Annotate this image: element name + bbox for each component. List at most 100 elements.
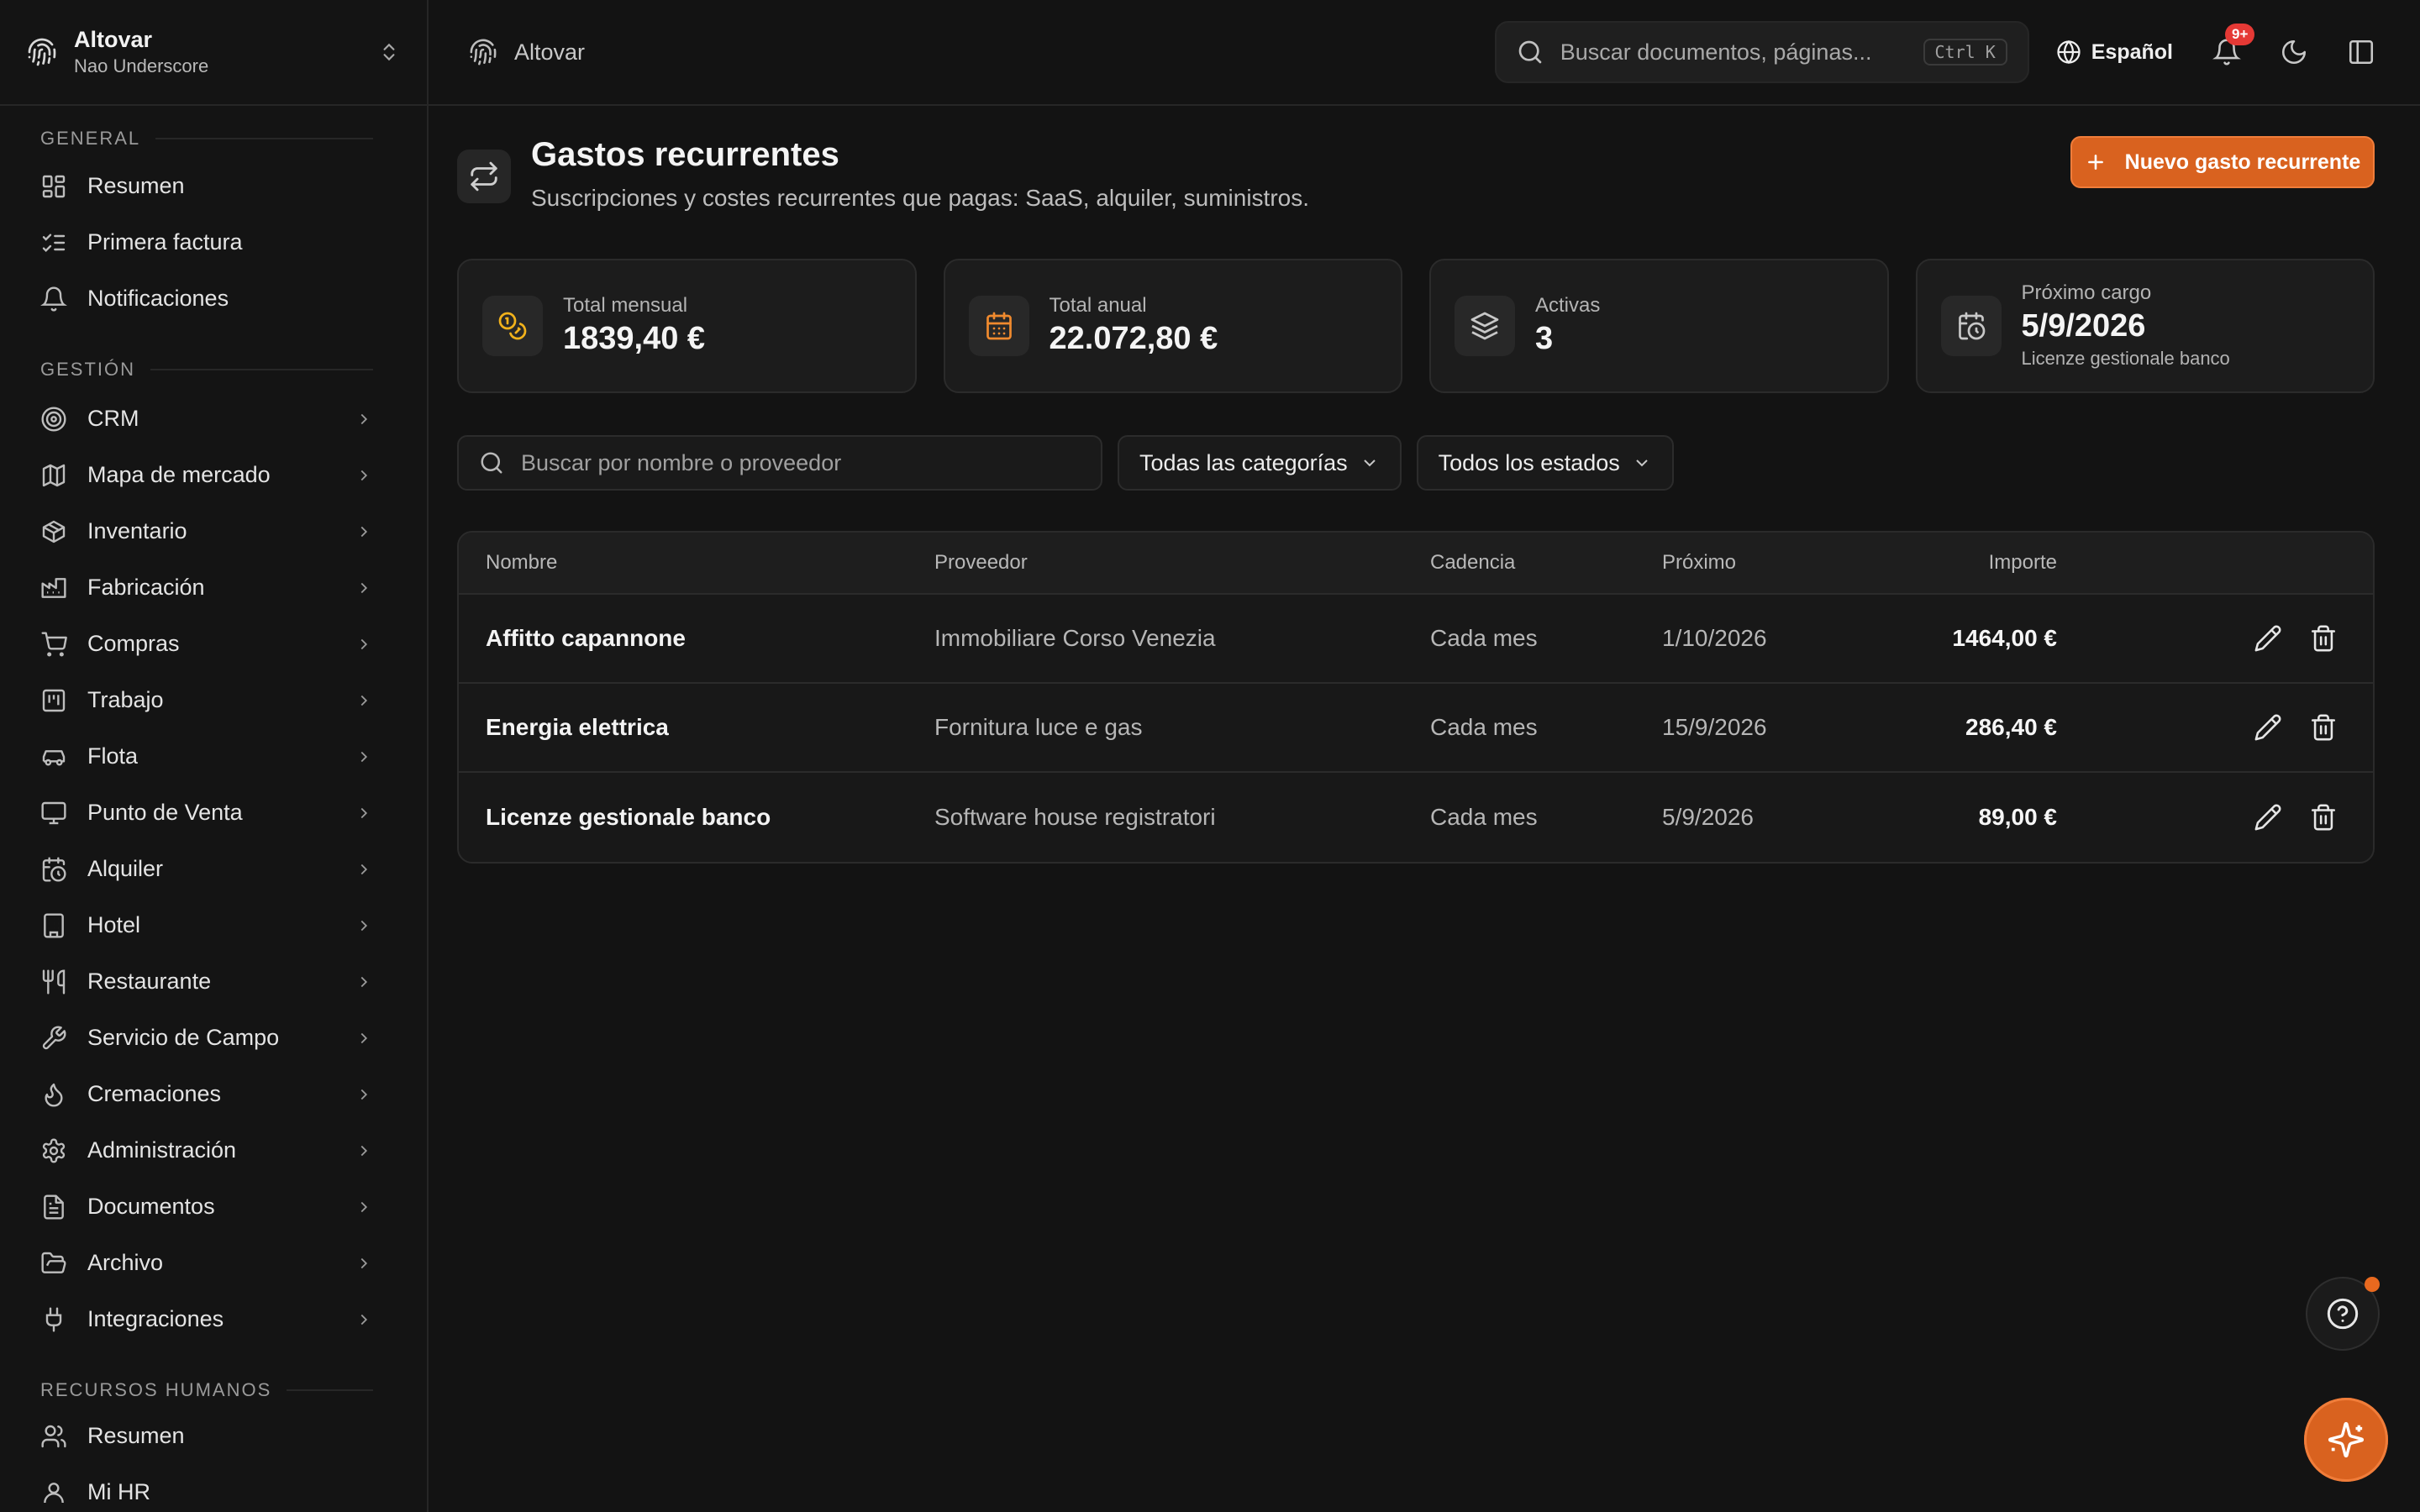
cell-name: Licenze gestionale banco — [486, 804, 771, 830]
theme-toggle-button[interactable] — [2277, 35, 2311, 69]
global-search-input[interactable]: Buscar documentos, páginas... Ctrl K — [1494, 21, 2029, 83]
workspace-user: Nao Underscore — [74, 55, 209, 76]
building-icon — [40, 912, 67, 939]
table-row[interactable]: Affitto capannone Immobiliare Corso Vene… — [459, 595, 2373, 684]
sidebar-item-label: Restaurante — [87, 969, 212, 994]
chevron-right-icon — [355, 916, 373, 935]
panel-left-icon — [2349, 39, 2374, 65]
filters-bar: Buscar por nombre o proveedor Todas las … — [457, 435, 2375, 491]
stat-note: Licenze gestionale banco — [2021, 348, 2230, 369]
delete-button[interactable] — [2309, 803, 2338, 832]
sidebar-item-label: Resumen — [87, 1423, 185, 1448]
delete-button[interactable] — [2309, 713, 2338, 742]
fingerprint-icon — [470, 39, 497, 66]
table-row[interactable]: Licenze gestionale banco Software house … — [459, 773, 2373, 862]
sidebar-item-primera-factura[interactable]: Primera factura — [0, 214, 427, 270]
sidebar-item-flota[interactable]: Flota — [0, 728, 427, 785]
edit-button[interactable] — [2254, 624, 2282, 653]
edit-button[interactable] — [2254, 803, 2282, 832]
flame-icon — [40, 1081, 67, 1108]
ai-assistant-button[interactable] — [2304, 1398, 2388, 1482]
sidebar-item-integraciones[interactable]: Integraciones — [0, 1291, 427, 1347]
sidebar-item-administracion[interactable]: Administración — [0, 1122, 427, 1179]
sidebar-item-fabricacion[interactable]: Fabricación — [0, 559, 427, 616]
column-header-proveedor[interactable]: Proveedor — [934, 551, 1430, 575]
sidebar-item-punto-de-venta[interactable]: Punto de Venta — [0, 785, 427, 841]
language-selector[interactable]: Español — [2056, 39, 2173, 65]
workspace-switcher[interactable]: Altovar Nao Underscore — [0, 0, 427, 106]
category-filter-value: Todas las categorías — [1139, 449, 1348, 475]
folder-open-icon — [40, 1250, 67, 1277]
sidebar-item-mapa-de-mercado[interactable]: Mapa de mercado — [0, 447, 427, 503]
sidebar-item-mi-hr[interactable]: Mi HR — [0, 1464, 427, 1512]
cell-cadence: Cada mes — [1430, 625, 1538, 651]
cell-next: 1/10/2026 — [1662, 625, 1767, 651]
edit-button[interactable] — [2254, 713, 2282, 742]
chevron-right-icon — [355, 522, 373, 541]
column-header-proximo[interactable]: Próximo — [1662, 551, 1864, 575]
toggle-panel-button[interactable] — [2344, 35, 2378, 69]
repeat-icon — [457, 150, 511, 203]
breadcrumb[interactable]: Altovar — [469, 38, 585, 66]
chevron-right-icon — [355, 1029, 373, 1047]
sidebar-item-alquiler[interactable]: Alquiler — [0, 841, 427, 897]
trash-icon — [2311, 714, 2336, 741]
breadcrumb-label: Altovar — [514, 39, 586, 65]
page-title: Gastos recurrentes — [531, 136, 839, 173]
sidebar-item-hr-resumen[interactable]: Resumen — [0, 1408, 427, 1464]
chevron-right-icon — [355, 860, 373, 879]
expense-search-placeholder: Buscar por nombre o proveedor — [521, 449, 842, 475]
sidebar-item-notificaciones[interactable]: Notificaciones — [0, 270, 427, 327]
sidebar-item-hotel[interactable]: Hotel — [0, 897, 427, 953]
file-text-icon — [40, 1194, 67, 1221]
trash-icon — [2311, 625, 2336, 652]
stat-value: 22.072,80 € — [1049, 321, 1218, 356]
sidebar-item-documentos[interactable]: Documentos — [0, 1179, 427, 1235]
sidebar-item-crm[interactable]: CRM — [0, 391, 427, 447]
sidebar-item-compras[interactable]: Compras — [0, 616, 427, 672]
sidebar-item-trabajo[interactable]: Trabajo — [0, 672, 427, 728]
globe-icon — [2057, 39, 2081, 65]
language-label: Español — [2091, 39, 2173, 64]
column-header-nombre[interactable]: Nombre — [459, 551, 934, 575]
section-rrhh-title: RECURSOS HUMANOS — [40, 1379, 272, 1400]
status-filter-select[interactable]: Todos los estados — [1416, 435, 1674, 491]
monitor-icon — [40, 800, 67, 827]
sidebar-item-label: Trabajo — [87, 687, 164, 712]
sidebar-item-label: Primera factura — [87, 229, 243, 255]
expense-search-input[interactable]: Buscar por nombre o proveedor — [457, 435, 1102, 491]
category-filter-select[interactable]: Todas las categorías — [1118, 435, 1402, 491]
sidebar-item-label: Fabricación — [87, 575, 205, 600]
chevron-right-icon — [355, 410, 373, 428]
notifications-button[interactable]: 9+ — [2210, 24, 2255, 69]
cell-provider: Immobiliare Corso Venezia — [934, 625, 1216, 651]
cell-amount: 89,00 € — [1978, 804, 2057, 830]
search-icon — [1518, 40, 1542, 64]
chevrons-up-down-icon — [378, 41, 400, 63]
sidebar-item-inventario[interactable]: Inventario — [0, 503, 427, 559]
global-search-placeholder: Buscar documentos, páginas... — [1560, 39, 1872, 65]
cell-provider: Fornitura luce e gas — [934, 714, 1143, 740]
sidebar-item-servicio-de-campo[interactable]: Servicio de Campo — [0, 1010, 427, 1066]
sidebar-item-label: Resumen — [87, 173, 185, 198]
recurring-expenses-table: Nombre Proveedor Cadencia Próximo Import… — [457, 531, 2375, 864]
column-header-importe[interactable]: Importe — [1864, 551, 2057, 575]
sidebar-item-label: Archivo — [87, 1250, 164, 1275]
new-recurring-expense-button[interactable]: Nuevo gasto recurrente — [2070, 136, 2375, 188]
help-button[interactable] — [2306, 1277, 2380, 1351]
chevron-right-icon — [355, 691, 373, 710]
sidebar-item-restaurante[interactable]: Restaurante — [0, 953, 427, 1010]
stat-value: 3 — [1535, 321, 1554, 356]
sidebar-item-cremaciones[interactable]: Cremaciones — [0, 1066, 427, 1122]
chevron-right-icon — [355, 1085, 373, 1104]
pencil-icon — [2254, 625, 2281, 652]
stat-card-proximo-cargo: Próximo cargo 5/9/2026 Licenze gestional… — [1915, 259, 2375, 393]
delete-button[interactable] — [2309, 624, 2338, 653]
sidebar-item-resumen[interactable]: Resumen — [0, 158, 427, 214]
sidebar-item-archivo[interactable]: Archivo — [0, 1235, 427, 1291]
cell-next: 15/9/2026 — [1662, 714, 1767, 740]
table-row[interactable]: Energia elettrica Fornitura luce e gas C… — [459, 684, 2373, 773]
column-header-cadencia[interactable]: Cadencia — [1430, 551, 1662, 575]
cell-amount: 1464,00 € — [1952, 625, 2057, 651]
app-root: Altovar Nao Underscore GENERAL Resumen P… — [0, 0, 2420, 1512]
